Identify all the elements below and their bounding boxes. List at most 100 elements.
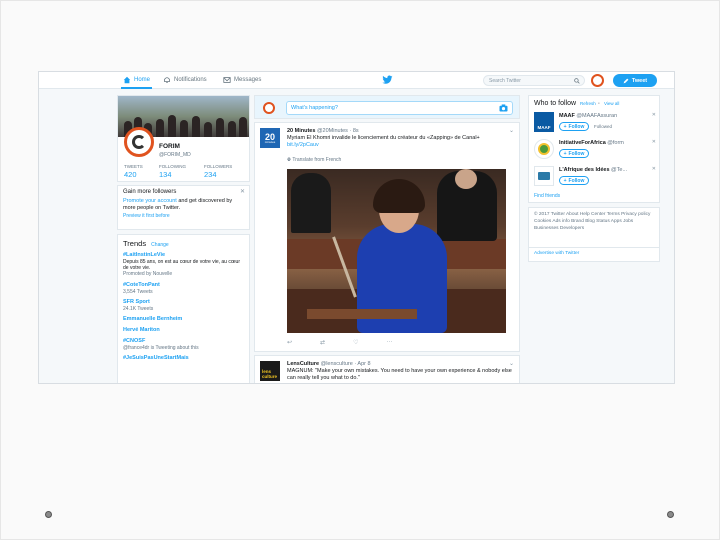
- forim-logo-icon: [132, 135, 146, 149]
- trend-item[interactable]: #CoteTonPant 3,554 Tweets: [123, 282, 244, 295]
- trend-item[interactable]: #CNOSF @france4dr is Tweeting about this: [123, 338, 244, 351]
- tweet[interactable]: lens culture LensCulture @lensculture · …: [254, 355, 520, 383]
- tweet[interactable]: 20 minutes 20 Minutes @20Minutes · 8s ⌄ …: [254, 122, 520, 352]
- nav-messages[interactable]: Messages: [223, 76, 261, 84]
- refresh-link[interactable]: Refresh: [580, 101, 596, 106]
- chevron-down-icon[interactable]: ⌄: [509, 360, 514, 367]
- home-icon: [123, 76, 131, 84]
- suggestion-item[interactable]: MAAF MAAF @MAAFAssuran + Follow Followed…: [534, 112, 656, 138]
- globe-icon: 🌐︎: [287, 157, 292, 163]
- follow-button[interactable]: + Follow: [559, 122, 589, 131]
- trend-item[interactable]: #JeSuisPasUneStartMais: [123, 355, 244, 362]
- close-icon[interactable]: ✕: [240, 188, 245, 195]
- chevron-down-icon[interactable]: ⌄: [509, 127, 514, 134]
- search-input[interactable]: Search Twitter: [483, 75, 585, 86]
- reply-icon[interactable]: ↩: [287, 339, 292, 346]
- footer-links[interactable]: © 2017 Twitter About Help Center Terms P…: [534, 212, 654, 233]
- suggestion-name: MAAF: [559, 113, 575, 119]
- trend-meta: 24.1K Tweets: [123, 305, 154, 312]
- tweet-author[interactable]: LensCulture: [287, 361, 319, 367]
- trends-header: Trends Change: [123, 239, 244, 248]
- promo-body: Promote your account and get discovered …: [123, 198, 244, 212]
- twitter-bird-icon[interactable]: [382, 75, 393, 85]
- tweet-author[interactable]: 20 Minutes: [287, 128, 315, 134]
- promo-preview-link[interactable]: Preview it first before: [123, 213, 244, 219]
- trend-meta: 3,554 Tweets: [123, 288, 153, 295]
- follow-button[interactable]: + Follow: [559, 149, 589, 158]
- bell-icon: [164, 77, 170, 83]
- close-icon[interactable]: ✕: [652, 139, 656, 145]
- translate-link[interactable]: 🌐︎ Translate from French: [287, 157, 341, 163]
- followed-by-text: Followed: [594, 124, 613, 129]
- who-to-follow-header: Who to follow Refresh · View all: [534, 100, 620, 107]
- tweet-actions: ↩ ⇄ ♡ ···: [287, 339, 392, 346]
- tweet-button[interactable]: Tweet: [613, 74, 657, 87]
- profile-card[interactable]: FORIM @FORIM_MD TWEETS 420 FOLLOWING 134…: [117, 95, 250, 182]
- stat-label: FOLLOWERS: [204, 164, 233, 169]
- trends-change-link[interactable]: Change: [151, 242, 169, 248]
- tweet-handle[interactable]: @lensculture: [321, 361, 353, 367]
- twitter-screenshot: Home Notifications Messages Search Twitt…: [38, 71, 675, 384]
- search-icon[interactable]: [574, 78, 580, 84]
- more-icon[interactable]: ···: [386, 339, 392, 346]
- suggestion-avatar[interactable]: [534, 139, 554, 159]
- person-figure: [291, 173, 331, 233]
- trend-name: Hervé Mariton: [123, 326, 160, 333]
- stat-following[interactable]: FOLLOWING 134: [159, 164, 186, 179]
- tweet-handle[interactable]: @20Minutes: [317, 128, 348, 134]
- retweet-icon[interactable]: ⇄: [320, 339, 325, 346]
- suggestion-avatar[interactable]: [534, 166, 554, 186]
- follow-button[interactable]: + Follow: [559, 176, 589, 185]
- account-avatar[interactable]: [591, 74, 604, 87]
- trend-item[interactable]: Emmanuelle Bernheim: [123, 316, 244, 323]
- profile-name[interactable]: FORIM: [159, 143, 180, 150]
- compose-avatar: [263, 102, 275, 114]
- who-to-follow-card: Who to follow Refresh · View all MAAF MA…: [528, 95, 660, 203]
- suggestion-name-line[interactable]: MAAF @MAAFAssuran: [559, 113, 617, 119]
- tweet-time[interactable]: 8s: [353, 128, 359, 134]
- tweet-time[interactable]: Apr 8: [357, 361, 370, 367]
- person-head: [455, 169, 477, 189]
- add-user-icon: +: [563, 150, 567, 157]
- profile-handle[interactable]: @FORIM_MD: [159, 152, 191, 158]
- camera-icon[interactable]: [499, 104, 508, 112]
- tweet-avatar[interactable]: lens culture: [260, 361, 280, 381]
- tweet-avatar[interactable]: 20 minutes: [260, 128, 280, 148]
- trend-item[interactable]: Hervé Mariton: [123, 327, 244, 334]
- tweet-text: Myriam El Khomri invalide le licenciemen…: [287, 135, 513, 149]
- tweet-link[interactable]: bit.ly/2pCauv: [287, 142, 319, 148]
- promo-card: Gain more followers Promote your account…: [117, 185, 250, 230]
- close-icon[interactable]: ✕: [652, 166, 656, 172]
- promo-title: Gain more followers: [123, 189, 177, 195]
- tweet-photo[interactable]: [287, 169, 506, 333]
- suggestion-name-line[interactable]: L'Afrique des Idées @Te...: [559, 167, 627, 173]
- close-icon[interactable]: ✕: [652, 112, 656, 118]
- trend-item[interactable]: SFR Sport 24.1K Tweets: [123, 299, 244, 312]
- compose-input[interactable]: What's happening?: [286, 101, 513, 115]
- trend-item[interactable]: #LaitInstinLeVie Depuis 85 ans, on est a…: [123, 252, 244, 278]
- view-all-link[interactable]: View all: [604, 101, 619, 106]
- trends-title: Trends: [123, 239, 147, 248]
- profile-avatar[interactable]: [124, 127, 154, 157]
- suggestion-handle: @MAAFAssuran: [576, 113, 618, 119]
- slide-dot-decoration: [45, 511, 52, 518]
- add-user-icon: +: [563, 123, 567, 130]
- suggestion-handle: @Te...: [611, 167, 628, 173]
- suggestion-item[interactable]: L'Afrique des Idées @Te... + Follow ✕: [534, 166, 656, 192]
- tweet-button-label: Tweet: [631, 77, 648, 84]
- suggestion-name-line[interactable]: InitiativeForAfrica @form: [559, 140, 624, 146]
- avatar-text: MAAF: [537, 125, 551, 130]
- nav-home[interactable]: Home: [120, 76, 153, 89]
- like-icon[interactable]: ♡: [353, 339, 358, 346]
- suggestion-name: InitiativeForAfrica: [559, 140, 606, 146]
- stat-tweets[interactable]: TWEETS 420: [124, 164, 143, 179]
- promo-link[interactable]: Promote your account: [123, 198, 177, 204]
- find-friends-link[interactable]: Find friends: [534, 193, 560, 199]
- suggestion-item[interactable]: InitiativeForAfrica @form + Follow ✕: [534, 139, 656, 165]
- slide-background: Home Notifications Messages Search Twitt…: [0, 0, 720, 540]
- suggestion-avatar[interactable]: MAAF: [534, 112, 554, 132]
- compose-icon: [623, 78, 629, 83]
- nav-notifications[interactable]: Notifications: [163, 76, 207, 84]
- advertise-link[interactable]: Advertise with Twitter: [529, 247, 659, 261]
- stat-followers[interactable]: FOLLOWERS 234: [204, 164, 232, 179]
